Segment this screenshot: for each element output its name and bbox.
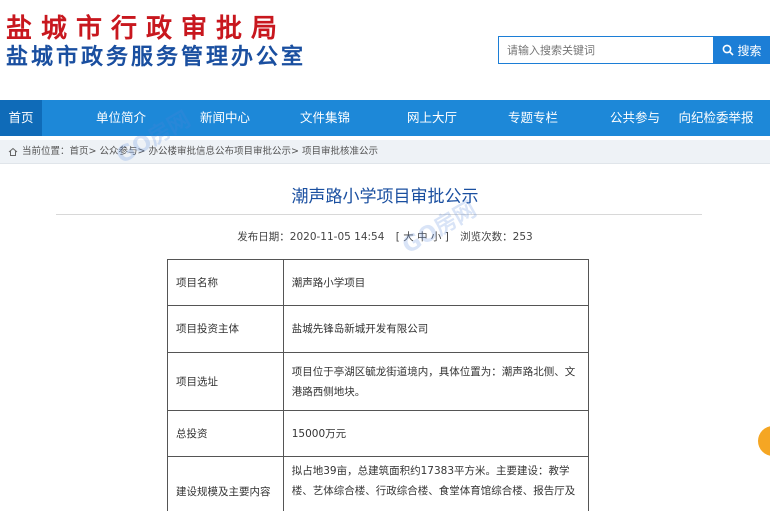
nav-item-home[interactable]: 首页: [0, 100, 42, 136]
nav-item-public-participation[interactable]: 公共参与: [608, 100, 662, 136]
row-label: 项目名称: [167, 259, 284, 306]
site-title: 盐城市行政审批局: [6, 14, 287, 44]
views-count: 253: [512, 231, 533, 243]
table-row: 项目投资主体 盐城先锋岛新城开发有限公司: [167, 305, 590, 353]
article-title: 潮声路小学项目审批公示: [291, 187, 479, 207]
floating-service-icon[interactable]: [758, 426, 770, 456]
search-button[interactable]: 搜索: [714, 36, 770, 64]
project-info-table: 项目名称 潮声路小学项目 项目投资主体 盐城先锋岛新城开发有限公司 项目选址 项…: [167, 259, 590, 511]
nav-item-topics[interactable]: 专题专栏: [458, 100, 608, 136]
breadcrumb-path[interactable]: 首页> 公众参与> 办公楼审批信息公布项目审批公示> 项目审批核准公示: [70, 140, 378, 164]
nav-item-online-hall[interactable]: 网上大厅: [406, 100, 458, 136]
row-value: 潮声路小学项目: [282, 259, 590, 306]
table-row: 项目选址 项目位于亭湖区毓龙街道境内，具体位置为：潮声路北侧、文港路西侧地块。: [167, 352, 590, 411]
table-row: 项目名称 潮声路小学项目: [167, 259, 590, 306]
breadcrumb-prefix: 当前位置：: [22, 145, 70, 157]
nav-item-news[interactable]: 新闻中心: [200, 100, 250, 136]
nav-item-documents[interactable]: 文件集锦: [244, 100, 406, 136]
table-row: 总投资 15000万元: [167, 410, 590, 457]
nav-item-about[interactable]: 单位简介: [42, 100, 200, 136]
article-meta: 发布日期：2020-11-05 14:54 [ 大 中 小 ] 浏览次数：253: [0, 229, 770, 244]
publish-date: 2020-11-05 14:54: [289, 231, 385, 243]
views-label: 浏览次数：: [460, 231, 513, 243]
nav-item-report-discipline[interactable]: 向纪检委举报: [662, 100, 770, 136]
search-button-label: 搜索: [737, 43, 762, 58]
home-icon: [8, 147, 18, 156]
search-input[interactable]: [498, 36, 714, 64]
font-size-switch[interactable]: [ 大 中 小 ]: [396, 231, 449, 243]
breadcrumb: 当前位置： 首页> 公众参与> 办公楼审批信息公布项目审批公示> 项目审批核准公…: [0, 140, 770, 164]
row-label: 总投资: [167, 410, 284, 457]
search-icon: [723, 44, 735, 56]
row-value: 拟占地39亩，总建筑面积约17383平方米。主要建设：教学楼、艺体综合楼、行政综…: [282, 456, 590, 511]
title-divider: [56, 214, 702, 215]
row-label: 项目投资主体: [167, 305, 284, 353]
row-label: 项目选址: [167, 352, 284, 411]
row-label: 建设规模及主要内容: [167, 456, 284, 511]
row-value: 项目位于亭湖区毓龙街道境内，具体位置为：潮声路北侧、文港路西侧地块。: [282, 352, 590, 411]
table-row: 建设规模及主要内容 拟占地39亩，总建筑面积约17383平方米。主要建设：教学楼…: [167, 456, 590, 511]
site-subtitle: 盐城市政务服务管理办公室: [6, 45, 307, 70]
site-header: 盐城市行政审批局 盐城市政务服务管理办公室 搜索: [0, 0, 770, 100]
row-value: 盐城先锋岛新城开发有限公司: [282, 305, 590, 353]
main-nav: 首页 单位简介 新闻中心 文件集锦 网上大厅 专题专栏 公共参与 向纪检委举报: [0, 100, 770, 136]
publish-label: 发布日期：: [237, 231, 290, 243]
row-value: 15000万元: [282, 410, 590, 457]
